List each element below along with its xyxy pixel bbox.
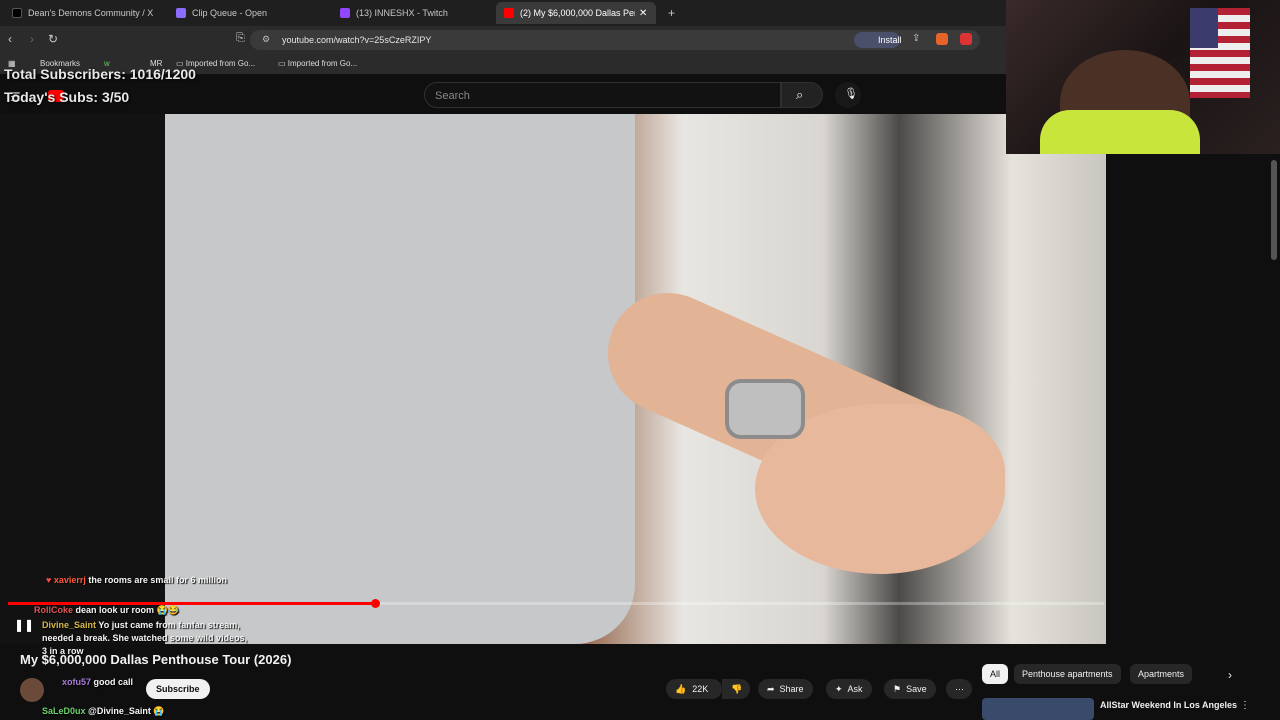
save-button[interactable]: ⚑ Save xyxy=(884,679,936,699)
chat-username: xofu57 xyxy=(62,677,92,687)
heart-icon: ♥ xyxy=(46,575,52,585)
ask-label: Ask xyxy=(847,684,863,694)
like-count: 22K xyxy=(692,684,709,694)
share-button[interactable]: ➦ Share xyxy=(758,679,813,699)
chat-username: xavierrj xyxy=(53,575,86,585)
tab-title: Dean's Demons Community / X xyxy=(28,8,154,18)
like-button[interactable]: 👍 22K xyxy=(666,679,722,699)
sidebar-background xyxy=(1106,154,1280,644)
scrollbar[interactable] xyxy=(1271,160,1277,260)
tab-x-community[interactable]: Dean's Demons Community / X xyxy=(4,2,164,24)
twitch-icon xyxy=(340,8,350,18)
youtube-icon xyxy=(504,8,514,18)
video-player[interactable] xyxy=(0,114,1106,644)
bookmark-save-icon: ⚑ xyxy=(893,683,902,694)
tab-title: Clip Queue - Open xyxy=(192,8,268,18)
share-page-icon[interactable]: ⇪ xyxy=(912,33,920,44)
subscribe-label: Subscribe xyxy=(156,684,200,694)
ask-button[interactable]: ✦ Ask xyxy=(826,679,872,699)
tab-title: (13) INNESHX - Twitch xyxy=(356,8,448,18)
thumbs-down-icon: 👎 xyxy=(731,683,743,694)
dislike-button[interactable]: 👎 xyxy=(722,679,750,699)
chat-username: Divine_Saint xyxy=(42,620,97,630)
recommended-title[interactable]: AllStar Weekend In Los Angeles xyxy=(1100,700,1237,710)
url-text: youtube.com/watch?v=25sCzeRZIPY xyxy=(282,35,432,45)
back-icon[interactable]: ‹ xyxy=(8,32,12,46)
share-label: Share xyxy=(779,684,804,694)
brave-shield-icon[interactable] xyxy=(936,33,948,45)
chat-text: dean look ur room 😭😂 xyxy=(75,605,179,615)
browser-tab-bar: Dean's Demons Community / X Clip Queue -… xyxy=(0,0,1006,26)
subscribe-button[interactable]: Subscribe xyxy=(146,679,210,699)
tab-clip-queue[interactable]: Clip Queue - Open xyxy=(168,2,328,24)
video-title: My $6,000,000 Dallas Penthouse Tour (202… xyxy=(20,652,292,667)
more-actions-button[interactable]: ⋯ xyxy=(946,679,972,699)
chat-text: good call xyxy=(93,677,134,687)
channel-avatar[interactable] xyxy=(20,678,44,702)
chat-username: SaLeD0ux xyxy=(42,706,86,716)
streamer-jersey xyxy=(1040,110,1200,154)
search-icon: ⌕ xyxy=(796,87,804,102)
tab-twitch[interactable]: (13) INNESHX - Twitch xyxy=(332,2,492,24)
voice-search-button[interactable]: 🎙 xyxy=(835,82,861,108)
install-button[interactable]: Install xyxy=(854,32,902,48)
today-subs-counter: Today's Subs: 3/50 xyxy=(4,89,130,105)
flag-canton xyxy=(1190,8,1218,48)
clip-queue-icon xyxy=(176,8,186,18)
video-shirt xyxy=(165,114,635,644)
reload-icon[interactable]: ↻ xyxy=(48,32,58,46)
chat-username: RollCoke xyxy=(34,605,74,615)
search-button[interactable]: ⌕ xyxy=(781,82,823,108)
chat-text: @Divine_Saint 😭 xyxy=(88,706,165,716)
bookmark-folder[interactable]: ▭ Imported from Go... xyxy=(278,59,357,68)
install-label: Install xyxy=(878,35,902,45)
site-info-icon[interactable]: ⚙ xyxy=(262,34,270,45)
x-icon xyxy=(12,8,22,18)
save-label: Save xyxy=(906,684,927,694)
recommended-more-icon[interactable]: ⋮ xyxy=(1240,700,1250,711)
tab-youtube[interactable]: (2) My $6,000,000 Dallas Pent ✕ xyxy=(496,2,656,24)
close-tab-icon[interactable]: ✕ xyxy=(639,8,647,19)
search-placeholder: Search xyxy=(435,90,470,102)
chip-penthouse-apartments[interactable]: Penthouse apartments xyxy=(1014,664,1121,684)
sparkle-icon: ✦ xyxy=(835,683,843,694)
share-icon: ➦ xyxy=(767,683,775,694)
total-subs-counter: Total Subscribers: 1016/1200 xyxy=(4,66,196,82)
chat-message: ♥ xavierrj the rooms are small for 6 mil… xyxy=(46,574,246,587)
chat-message: SaLeD0ux @Divine_Saint 😭 xyxy=(42,705,242,718)
chat-message: RollCoke dean look ur room 😭😂 xyxy=(34,604,244,617)
more-icon: ⋯ xyxy=(955,683,964,694)
pause-icon[interactable]: ❚❚ xyxy=(14,617,34,633)
address-bar[interactable]: ⚙ youtube.com/watch?v=25sCzeRZIPY Instal… xyxy=(250,30,980,50)
search-input[interactable]: Search xyxy=(424,82,781,108)
video-watch xyxy=(725,379,805,439)
rewards-icon[interactable] xyxy=(960,33,972,45)
bookmark-icon[interactable]: ⎘ xyxy=(236,32,245,45)
chip-apartments[interactable]: Apartments xyxy=(1130,664,1193,684)
mic-icon: 🎙 xyxy=(844,88,858,100)
thumbs-up-icon: 👍 xyxy=(675,683,687,694)
chevron-right-icon[interactable]: › xyxy=(1228,668,1232,682)
chat-text: the rooms are small for 6 million xyxy=(88,575,227,585)
video-frame xyxy=(165,114,1106,644)
chip-all[interactable]: All xyxy=(982,664,1009,684)
tab-title: (2) My $6,000,000 Dallas Pent xyxy=(520,8,635,18)
new-tab-icon[interactable]: + xyxy=(660,2,680,24)
forward-icon[interactable]: › xyxy=(30,32,34,46)
recommended-thumbnail[interactable] xyxy=(982,698,1094,720)
